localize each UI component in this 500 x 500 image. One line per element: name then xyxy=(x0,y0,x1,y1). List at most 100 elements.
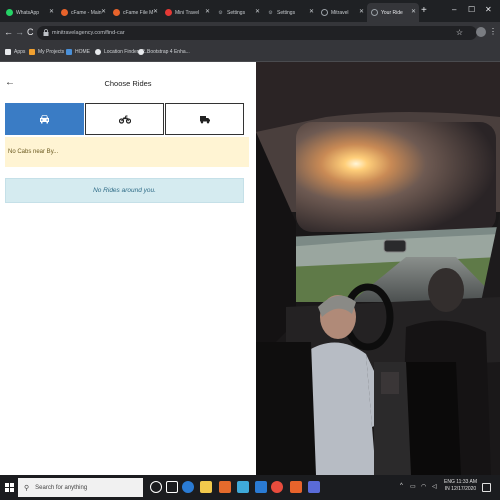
globe-icon xyxy=(138,49,144,55)
sublime-icon[interactable] xyxy=(219,481,231,493)
tab-whatsapp[interactable]: WhatsApp ✕ xyxy=(2,3,57,22)
task-view-icon[interactable] xyxy=(166,481,178,493)
close-icon[interactable]: ✕ xyxy=(101,8,106,15)
ride-type-tabs xyxy=(5,103,244,135)
address-bar[interactable]: minitravelagency.com/find-car ☆ xyxy=(37,26,477,40)
new-tab-button[interactable]: + xyxy=(421,5,427,16)
browser-toolbar: ← → C minitravelagency.com/find-car ☆ xyxy=(0,22,500,44)
bookmark-star-icon[interactable]: ☆ xyxy=(456,28,463,37)
search-icon: ⚲ xyxy=(24,484,30,492)
tab-mini-travel[interactable]: Mini Travel ✕ xyxy=(161,3,213,22)
apps-grid-icon xyxy=(5,49,11,55)
clock-date: 12/17/2020 xyxy=(451,486,477,492)
bookmark-label: My Projects xyxy=(38,49,65,55)
chrome-icon[interactable] xyxy=(271,481,283,493)
wifi-icon[interactable]: ◠ xyxy=(421,483,426,490)
bookmark-apps[interactable]: Apps xyxy=(5,49,25,55)
bookmark-label: Apps xyxy=(14,49,26,55)
tab-settings-2[interactable]: ⚙ Settings ✕ xyxy=(263,3,317,22)
tab-label: WhatsApp xyxy=(16,9,40,16)
cfame-icon xyxy=(113,9,120,16)
bookmark-my-projects[interactable]: My Projects xyxy=(29,49,64,55)
globe-icon xyxy=(95,49,101,55)
tab-label: cFame File M xyxy=(123,9,154,16)
gear-icon: ⚙ xyxy=(268,9,273,16)
lock-icon xyxy=(43,29,49,36)
minimize-icon[interactable]: – xyxy=(452,5,456,14)
forward-icon[interactable]: → xyxy=(15,27,24,37)
no-cabs-alert: No Cabs near By... xyxy=(5,137,249,167)
home-page-icon xyxy=(66,49,72,55)
edge-icon[interactable] xyxy=(182,481,194,493)
app-icon[interactable] xyxy=(237,481,249,493)
gear-icon: ⚙ xyxy=(218,9,223,16)
alert-text: No Rides around you. xyxy=(93,187,156,194)
profile-avatar[interactable] xyxy=(476,27,486,37)
tab-cfame-main[interactable]: cFame - Main ✕ xyxy=(57,3,109,22)
hero-photo xyxy=(256,62,500,475)
folder-icon xyxy=(29,49,35,55)
close-icon[interactable]: ✕ xyxy=(205,8,210,15)
ride-panel: ← Choose Rides No Cabs near By... No Rid… xyxy=(0,62,256,475)
browser-tab-strip: WhatsApp ✕ cFame - Main ✕ cFame File M ✕… xyxy=(0,0,500,22)
tab-label: Settings xyxy=(277,9,296,16)
language-label: ENG xyxy=(444,479,455,485)
tray-chevron-icon[interactable]: ^ xyxy=(400,483,403,489)
close-icon[interactable]: ✕ xyxy=(359,8,364,15)
alert-text: No Cabs near By... xyxy=(8,149,59,155)
close-icon[interactable]: ✕ xyxy=(153,8,158,15)
no-rides-alert: No Rides around you. xyxy=(5,178,244,203)
close-icon[interactable]: ✕ xyxy=(411,8,416,15)
close-icon[interactable]: ✕ xyxy=(255,8,260,15)
volume-icon[interactable]: ◁ xyxy=(432,483,437,490)
bookmark-label: HOME xyxy=(75,49,90,55)
url-text: minitravelagency.com/find-car xyxy=(52,30,125,36)
tab-settings-1[interactable]: ⚙ Settings ✕ xyxy=(213,3,263,22)
bookmarks-bar: Apps My Projects HOME Location Finder: R… xyxy=(0,44,500,62)
close-window-icon[interactable]: ✕ xyxy=(485,5,492,14)
car-icon xyxy=(40,115,49,124)
tab-car[interactable] xyxy=(5,103,84,135)
tab-label: Settings xyxy=(227,9,246,16)
back-icon[interactable]: ← xyxy=(4,27,13,37)
globe-icon xyxy=(321,9,328,16)
notification-icon[interactable] xyxy=(482,483,491,492)
windows-start-icon[interactable] xyxy=(5,483,14,492)
clock-time: 11:33 AM xyxy=(456,479,477,485)
bookmark-label: Bootstrap 4 Enha... xyxy=(147,49,190,55)
whatsapp-icon xyxy=(6,9,13,16)
tab-label: Mini Travel xyxy=(175,9,200,16)
cortana-icon[interactable] xyxy=(150,481,162,493)
vscode-icon[interactable] xyxy=(308,481,320,493)
tab-mitravel[interactable]: Mitravel ✕ xyxy=(317,3,367,22)
bookmark-home[interactable]: HOME xyxy=(66,49,90,55)
globe-icon xyxy=(371,9,378,16)
tab-label: cFame - Main xyxy=(71,9,102,16)
tab-truck[interactable] xyxy=(165,103,244,135)
truck-icon xyxy=(199,115,210,123)
mini-travel-icon xyxy=(165,9,172,16)
xampp-icon[interactable] xyxy=(290,481,302,493)
store-icon[interactable] xyxy=(255,481,267,493)
language-sub-label: IN xyxy=(444,486,450,492)
close-icon[interactable]: ✕ xyxy=(309,8,314,15)
windows-taskbar: ⚲ Search for anything ^ ▭ ◠ ◁ ENG 11:33 … xyxy=(0,475,500,500)
motorcycle-icon xyxy=(118,114,131,124)
tab-your-ride[interactable]: Your Ride ✕ xyxy=(367,3,419,22)
close-icon[interactable]: ✕ xyxy=(49,8,54,15)
menu-kebab-icon[interactable]: ⋮ xyxy=(489,27,497,36)
bookmark-bootstrap[interactable]: Bootstrap 4 Enha... xyxy=(138,49,190,55)
battery-icon[interactable]: ▭ xyxy=(410,483,416,490)
system-clock[interactable]: ENG 11:33 AM IN 12/17/2020 xyxy=(444,479,477,493)
reload-icon[interactable]: C xyxy=(27,27,34,37)
maximize-icon[interactable]: ☐ xyxy=(468,5,475,14)
tab-label: Your Ride xyxy=(381,9,403,16)
file-explorer-icon[interactable] xyxy=(200,481,212,493)
tab-bike[interactable] xyxy=(85,103,164,135)
taskbar-search-box[interactable]: ⚲ Search for anything xyxy=(18,478,143,497)
page-content: ← Choose Rides No Cabs near By... No Rid… xyxy=(0,62,500,475)
tab-label: Mitravel xyxy=(331,9,349,16)
tab-cfame-file[interactable]: cFame File M ✕ xyxy=(109,3,161,22)
search-placeholder: Search for anything xyxy=(35,484,88,491)
page-title: Choose Rides xyxy=(104,79,152,88)
